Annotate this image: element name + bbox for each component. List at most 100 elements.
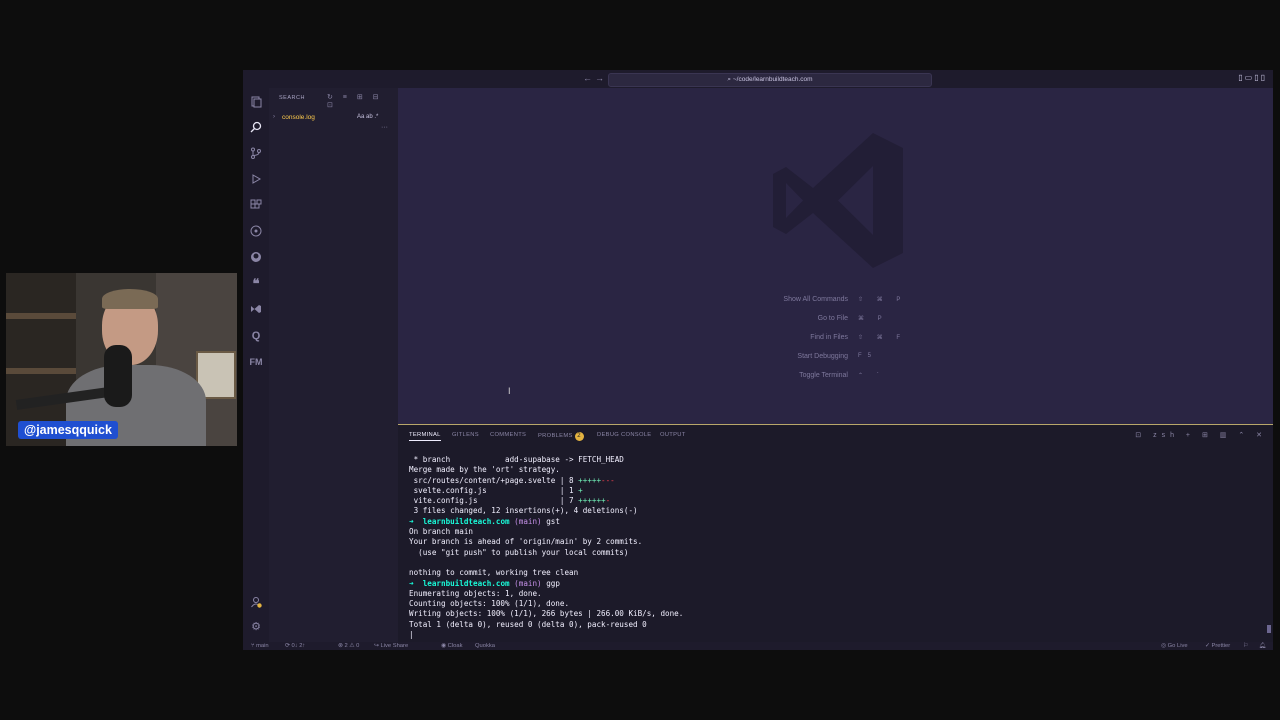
terminal-prompt-line: ➜ learnbuildteach.com (main) gst xyxy=(409,517,1249,527)
tab-comments[interactable]: COMMENTS xyxy=(490,432,526,438)
search-options-icons[interactable]: Aa ab .* xyxy=(357,114,378,120)
status-bar: ⑂ main ⟳ 0↓ 2↑ ⊗ 2 ⚠ 0 ↪ Live Share ◉ Cl… xyxy=(243,642,1273,650)
terminal-line: Enumerating objects: 1, done. xyxy=(409,589,1249,599)
terminal-line: Counting objects: 100% (1/1), done. xyxy=(409,599,1249,609)
terminal-text: Enumerating objects: 1, done. xyxy=(409,588,542,598)
shortcut-hint-keys: ⌘ P xyxy=(858,316,888,322)
shortcut-hint-label: Start Debugging xyxy=(797,353,848,360)
terminal-text: vite.config.js | 7 xyxy=(409,496,579,506)
gitlens-icon[interactable] xyxy=(249,225,263,239)
terminal-text: svelte.config.js | 1 xyxy=(409,485,579,495)
search-sidebar: SEARCH ↻ ≡ ⊞ ⊟ ⊡ › console.log Aa ab .* … xyxy=(269,88,398,642)
golive-status[interactable]: ◎ Go Live xyxy=(1161,642,1188,650)
accounts-icon[interactable] xyxy=(249,596,263,610)
prompt-repo: learnbuildteach.com xyxy=(422,578,510,588)
shortcut-hint-keys: ⇧ ⌘ F xyxy=(858,335,907,341)
prettier-status[interactable]: ✓ Prettier xyxy=(1205,642,1230,650)
quotes-icon[interactable]: ❝ xyxy=(249,277,263,291)
terminal-line: * branch add-supabase -> FETCH_HEAD xyxy=(409,455,1249,465)
search-input[interactable]: › console.log Aa ab .* xyxy=(273,114,393,125)
liveshare-label: Live Share xyxy=(380,643,409,649)
search-query[interactable]: console.log xyxy=(282,114,315,121)
bottom-panel: TERMINAL GITLENS COMMENTS PROBLEMS 2 DEBU… xyxy=(398,424,1273,643)
terminal-text: | xyxy=(409,630,414,640)
tab-output[interactable]: OUTPUT xyxy=(660,432,686,438)
terminal-text: Total 1 (delta 0), reused 0 (delta 0), p… xyxy=(409,619,647,629)
tab-terminal[interactable]: TERMINAL xyxy=(409,432,441,441)
golive-label: Go Live xyxy=(1167,643,1188,649)
quokka-status[interactable]: Quokka xyxy=(475,642,495,650)
terminal-text: Your branch is ahead of 'origin/main' by… xyxy=(409,537,643,547)
prompt-arrow-icon: ➜ xyxy=(409,516,423,526)
command-center[interactable]: ⌕ ~/code/learnbuildteach.com xyxy=(608,73,932,87)
broadcast-icon: ◎ xyxy=(1161,643,1168,649)
tab-gitlens[interactable]: GITLENS xyxy=(452,432,479,438)
terminal-line: Writing objects: 100% (1/1), 266 bytes |… xyxy=(409,609,1249,619)
shortcut-hint-label: Toggle Terminal xyxy=(799,372,848,379)
sync-counts: 0↓ 2↑ xyxy=(291,643,306,649)
diff-insertions: +++++ xyxy=(578,475,602,485)
fm-icon[interactable]: FM xyxy=(249,355,263,369)
editor-empty-state: Show All Commands ⇧ ⌘ P Go to File ⌘ P Find … xyxy=(398,88,1273,424)
layout-controls-icon[interactable]: ▯▭▯▯ xyxy=(1238,73,1267,82)
activity-bar: ❝ Q FM ⚙ xyxy=(243,88,269,642)
search-icon[interactable] xyxy=(249,121,263,135)
shortcut-hint-keys: F5 xyxy=(858,353,878,359)
terminal-text: 3 files changed, 12 insertions(+), 4 del… xyxy=(409,506,638,516)
terminal-line: Merge made by the 'ort' strategy. xyxy=(409,465,1249,475)
source-control-icon[interactable] xyxy=(249,147,263,161)
settings-gear-icon[interactable]: ⚙ xyxy=(249,620,263,634)
chevron-right-icon[interactable]: › xyxy=(273,114,275,120)
prompt-branch: (main) xyxy=(514,578,542,588)
terminal-text: Merge made by the 'ort' strategy. xyxy=(409,465,560,475)
webcam-handle: @jamesqquick xyxy=(18,421,118,439)
liveshare-status[interactable]: ↪ Live Share xyxy=(374,642,408,650)
cloak-status[interactable]: ◉ Cloak xyxy=(441,642,463,650)
diff-insertions: ++++++ xyxy=(578,496,606,506)
terminal-line: On branch main xyxy=(409,527,1249,537)
prompt-branch: (main) xyxy=(514,516,542,526)
shortcut-hint-label: Show All Commands xyxy=(783,296,848,303)
terminal-line: nothing to commit, working tree clean xyxy=(409,568,1249,578)
webcam-overlay: @jamesqquick xyxy=(6,273,237,446)
prompt-command: ggp xyxy=(546,578,560,588)
quokka-icon[interactable]: Q xyxy=(249,329,263,343)
vscode-icon[interactable] xyxy=(249,303,263,317)
prompt-arrow-icon: ➜ xyxy=(409,578,423,588)
shortcut-hint-keys: ⌃ ` xyxy=(858,373,885,379)
terminal-text: nothing to commit, working tree clean xyxy=(409,568,579,578)
text-cursor-icon: I xyxy=(508,386,511,396)
tab-problems[interactable]: PROBLEMS 2 xyxy=(538,432,584,441)
prompt-command: gst xyxy=(546,516,560,526)
extensions-icon[interactable] xyxy=(249,199,263,213)
tab-debug-console[interactable]: DEBUG CONSOLE xyxy=(597,432,651,438)
search-toolbar-icons[interactable]: ↻ ≡ ⊞ ⊟ ⊡ xyxy=(327,93,398,109)
notifications-icon[interactable]: 🔔︎ xyxy=(1259,642,1266,650)
terminal-output[interactable]: * branch add-supabase -> FETCH_HEAD Merge… xyxy=(409,455,1249,640)
back-icon[interactable]: ← xyxy=(583,73,592,83)
terminal-prompt-line: ➜ learnbuildteach.com (main) ggp xyxy=(409,579,1249,589)
diff-deletions: - xyxy=(605,496,611,506)
terminal-line: (use "git push" to publish your local co… xyxy=(409,548,1249,558)
forward-icon[interactable]: → xyxy=(595,73,604,83)
terminal-line: svelte.config.js | 1 + xyxy=(409,486,1249,496)
terminal-line: | xyxy=(409,630,1249,640)
panel-actions-icons[interactable]: ⊡ zsh + ⊞ ▥ ⌃ ✕ xyxy=(1135,431,1267,439)
sync-status[interactable]: ⟳ 0↓ 2↑ xyxy=(285,642,305,650)
explorer-icon[interactable] xyxy=(249,96,263,110)
diff-deletions: --- xyxy=(601,475,615,485)
terminal-scrollbar[interactable] xyxy=(1267,625,1271,633)
terminal-line: Your branch is ahead of 'origin/main' by… xyxy=(409,537,1249,547)
terminal-line: vite.config.js | 7 ++++++- xyxy=(409,496,1249,506)
panel-tabs: TERMINAL GITLENS COMMENTS PROBLEMS 2 DEBU… xyxy=(398,425,1273,445)
more-actions-icon[interactable]: ··· xyxy=(381,124,388,131)
cloak-label: Cloak xyxy=(447,643,463,649)
branch-status[interactable]: ⑂ main xyxy=(251,642,269,650)
problems-status[interactable]: ⊗ 2 ⚠ 0 xyxy=(338,642,359,650)
shelf-board xyxy=(6,313,76,319)
run-debug-icon[interactable] xyxy=(249,173,263,187)
command-center-path: ~/code/learnbuildteach.com xyxy=(732,76,813,83)
terminal-line: 3 files changed, 12 insertions(+), 4 del… xyxy=(409,506,1249,516)
github-icon[interactable] xyxy=(249,251,263,265)
feedback-icon[interactable]: ⚐ xyxy=(1243,642,1248,650)
